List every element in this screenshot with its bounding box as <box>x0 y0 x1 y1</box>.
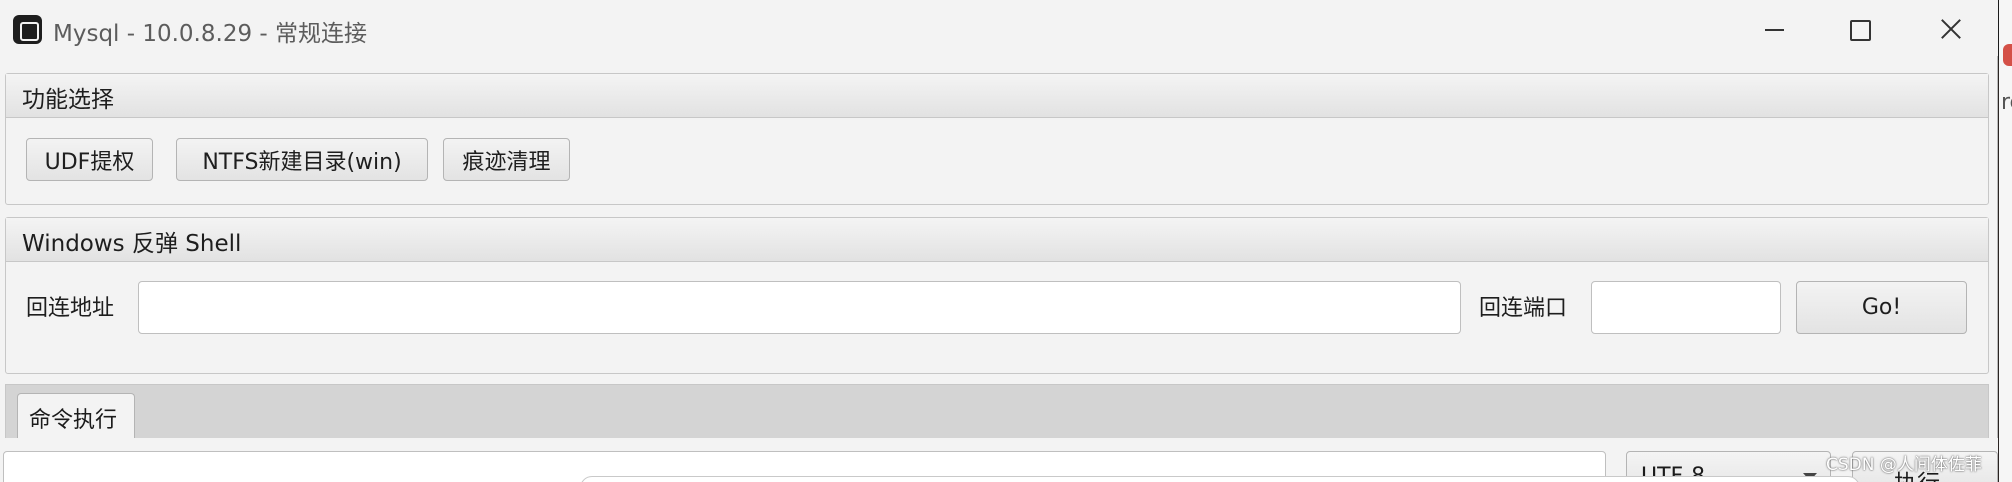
go-button[interactable]: Go! <box>1796 281 1967 334</box>
minimize-icon[interactable] <box>1748 9 1804 49</box>
ntfs-new-directory-button[interactable]: NTFS新建目录(win) <box>176 138 428 181</box>
title-bar[interactable]: Mysql - 10.0.8.29 - 常规连接 <box>0 0 1998 56</box>
background-app-text: re <box>2001 90 2012 115</box>
maximize-icon[interactable] <box>1832 9 1888 49</box>
trace-cleanup-button[interactable]: 痕迹清理 <box>443 138 570 181</box>
callback-address-input[interactable] <box>138 281 1461 334</box>
background-app-badge <box>2003 44 2012 66</box>
function-select-title: 功能选择 <box>6 74 1988 118</box>
window-title: Mysql - 10.0.8.29 - 常规连接 <box>53 21 368 47</box>
app-logo-icon <box>13 15 42 44</box>
function-select-panel: 功能选择 UDF提权 NTFS新建目录(win) 痕迹清理 <box>5 73 1989 205</box>
main-window: Mysql - 10.0.8.29 - 常规连接 功能选择 UDF提权 NTFS… <box>0 0 1998 482</box>
background-app-strip <box>1999 0 2012 482</box>
watermark: CSDN @人间体佐菲 <box>1826 455 1982 475</box>
tab-bar: 命令执行 <box>5 384 1989 439</box>
callback-address-label: 回连地址 <box>26 296 115 321</box>
tab-command-execute[interactable]: 命令执行 <box>17 393 135 439</box>
reverse-shell-panel: Windows 反弹 Shell 回连地址 回连端口 Go! <box>5 217 1989 374</box>
udf-privilege-button[interactable]: UDF提权 <box>26 138 153 181</box>
callback-port-input[interactable] <box>1591 281 1781 334</box>
close-icon[interactable] <box>1924 9 1980 49</box>
callback-port-label: 回连端口 <box>1479 296 1568 321</box>
overlapping-window-edge <box>580 476 1860 482</box>
reverse-shell-title: Windows 反弹 Shell <box>6 218 1988 262</box>
